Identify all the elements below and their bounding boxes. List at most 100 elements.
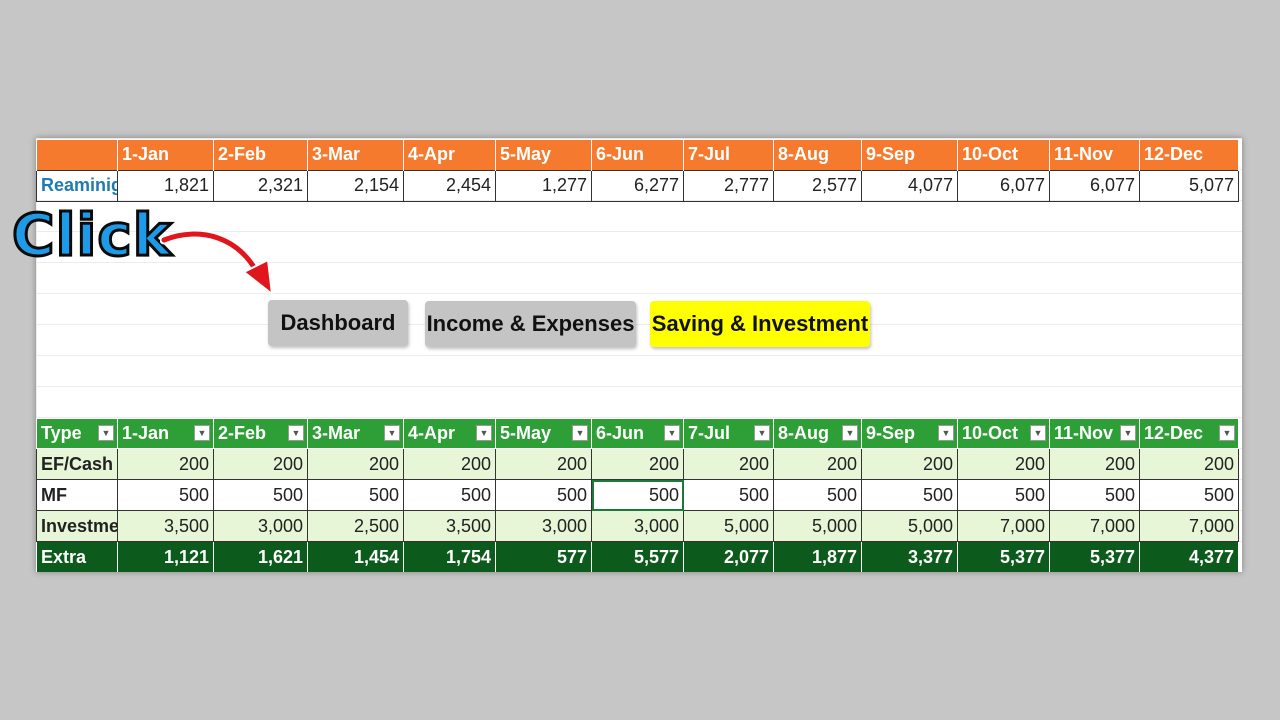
table-cell[interactable]: 500 xyxy=(495,479,592,511)
month-header[interactable]: 6-Jun xyxy=(591,140,684,170)
table-cell[interactable]: 200 xyxy=(495,448,592,480)
table-cell[interactable]: 5,000 xyxy=(683,510,774,542)
row-label-extra[interactable]: Extra xyxy=(36,541,118,572)
table-cell[interactable]: 500 xyxy=(861,479,958,511)
month-header[interactable]: 2-Feb ▼ xyxy=(213,418,308,449)
remaining-cell[interactable]: 6,077 xyxy=(1049,169,1140,202)
dashboard-button[interactable]: Dashboard xyxy=(268,300,408,346)
table-cell[interactable]: 200 xyxy=(591,448,684,480)
month-header[interactable]: 4-Apr ▼ xyxy=(403,418,496,449)
selected-cell[interactable]: 500 xyxy=(591,479,684,511)
filter-dropdown-icon[interactable]: ▼ xyxy=(938,425,954,441)
total-cell[interactable]: 2,077 xyxy=(683,541,774,572)
remaining-cell[interactable]: 2,321 xyxy=(213,169,308,202)
filter-dropdown-icon[interactable]: ▼ xyxy=(1030,425,1046,441)
table-cell[interactable]: 200 xyxy=(861,448,958,480)
table-cell[interactable]: 200 xyxy=(957,448,1050,480)
remaining-label[interactable]: Reaminig xyxy=(36,169,118,202)
month-header[interactable]: 12-Dec ▼ xyxy=(1139,418,1239,449)
remaining-cell[interactable]: 6,277 xyxy=(591,169,684,202)
table-cell[interactable]: 500 xyxy=(213,479,308,511)
table-cell[interactable]: 3,000 xyxy=(213,510,308,542)
remaining-cell[interactable]: 5,077 xyxy=(1139,169,1239,202)
total-cell[interactable]: 1,121 xyxy=(117,541,214,572)
filter-dropdown-icon[interactable]: ▼ xyxy=(754,425,770,441)
month-header[interactable]: 1-Jan xyxy=(117,140,214,170)
filter-dropdown-icon[interactable]: ▼ xyxy=(572,425,588,441)
remaining-cell[interactable]: 2,777 xyxy=(683,169,774,202)
month-header[interactable]: 3-Mar ▼ xyxy=(307,418,404,449)
remaining-cell[interactable]: 2,154 xyxy=(307,169,404,202)
table-cell[interactable]: 500 xyxy=(307,479,404,511)
total-cell[interactable]: 5,377 xyxy=(1049,541,1140,572)
month-header[interactable]: 11-Nov ▼ xyxy=(1049,418,1140,449)
total-cell[interactable]: 4,377 xyxy=(1139,541,1239,572)
filter-dropdown-icon[interactable]: ▼ xyxy=(1219,425,1235,441)
total-cell[interactable]: 577 xyxy=(495,541,592,572)
table-cell[interactable]: 500 xyxy=(773,479,862,511)
remaining-cell[interactable]: 4,077 xyxy=(861,169,958,202)
filter-dropdown-icon[interactable]: ▼ xyxy=(384,425,400,441)
total-cell[interactable]: 1,621 xyxy=(213,541,308,572)
table-cell[interactable]: 5,000 xyxy=(773,510,862,542)
table-cell[interactable]: 3,500 xyxy=(403,510,496,542)
month-header[interactable]: 10-Oct xyxy=(957,140,1050,170)
filter-dropdown-icon[interactable]: ▼ xyxy=(476,425,492,441)
remaining-cell[interactable]: 6,077 xyxy=(957,169,1050,202)
table-cell[interactable]: 200 xyxy=(683,448,774,480)
month-header[interactable]: 4-Apr xyxy=(403,140,496,170)
filter-dropdown-icon[interactable]: ▼ xyxy=(664,425,680,441)
table-cell[interactable]: 3,000 xyxy=(591,510,684,542)
table-cell[interactable]: 500 xyxy=(1049,479,1140,511)
table-cell[interactable]: 500 xyxy=(403,479,496,511)
month-header[interactable]: 8-Aug xyxy=(773,140,862,170)
row-label-ef-cash[interactable]: EF/Cash xyxy=(36,448,118,480)
month-header[interactable]: 11-Nov xyxy=(1049,140,1140,170)
month-header[interactable]: 6-Jun ▼ xyxy=(591,418,684,449)
table-cell[interactable]: 200 xyxy=(1139,448,1239,480)
table-cell[interactable]: 200 xyxy=(773,448,862,480)
filter-dropdown-icon[interactable]: ▼ xyxy=(98,425,114,441)
remaining-cell[interactable]: 2,577 xyxy=(773,169,862,202)
saving-investment-button[interactable]: Saving & Investment xyxy=(650,301,870,347)
filter-dropdown-icon[interactable]: ▼ xyxy=(194,425,210,441)
remaining-cell[interactable]: 1,277 xyxy=(495,169,592,202)
row-label-investment[interactable]: Investment xyxy=(36,510,118,542)
month-header[interactable]: 5-May ▼ xyxy=(495,418,592,449)
table-cell[interactable]: 3,500 xyxy=(117,510,214,542)
filter-dropdown-icon[interactable]: ▼ xyxy=(288,425,304,441)
table-cell[interactable]: 500 xyxy=(117,479,214,511)
total-cell[interactable]: 1,754 xyxy=(403,541,496,572)
table-cell[interactable]: 200 xyxy=(213,448,308,480)
table-cell[interactable]: 200 xyxy=(1049,448,1140,480)
table-cell[interactable]: 2,500 xyxy=(307,510,404,542)
month-header[interactable]: 8-Aug ▼ xyxy=(773,418,862,449)
table-cell[interactable]: 200 xyxy=(117,448,214,480)
total-cell[interactable]: 5,577 xyxy=(591,541,684,572)
table-cell[interactable]: 7,000 xyxy=(957,510,1050,542)
month-header[interactable]: 1-Jan ▼ xyxy=(117,418,214,449)
month-header[interactable]: 9-Sep xyxy=(861,140,958,170)
row-label-mf[interactable]: MF xyxy=(36,479,118,511)
table-cell[interactable]: 200 xyxy=(307,448,404,480)
table-cell[interactable]: 5,000 xyxy=(861,510,958,542)
filter-dropdown-icon[interactable]: ▼ xyxy=(842,425,858,441)
table-cell[interactable]: 500 xyxy=(957,479,1050,511)
header-blank-cell[interactable] xyxy=(36,140,118,170)
month-header[interactable]: 2-Feb xyxy=(213,140,308,170)
total-cell[interactable]: 3,377 xyxy=(861,541,958,572)
table-cell[interactable]: 200 xyxy=(403,448,496,480)
income-expenses-button[interactable]: Income & Expenses xyxy=(425,301,636,347)
month-header[interactable]: 9-Sep ▼ xyxy=(861,418,958,449)
total-cell[interactable]: 1,877 xyxy=(773,541,862,572)
month-header[interactable]: 7-Jul xyxy=(683,140,774,170)
table-cell[interactable]: 500 xyxy=(683,479,774,511)
table-cell[interactable]: 7,000 xyxy=(1139,510,1239,542)
remaining-cell[interactable]: 1,821 xyxy=(117,169,214,202)
remaining-cell[interactable]: 2,454 xyxy=(403,169,496,202)
month-header[interactable]: 5-May xyxy=(495,140,592,170)
type-header[interactable]: Type ▼ xyxy=(36,418,118,449)
table-cell[interactable]: 7,000 xyxy=(1049,510,1140,542)
month-header[interactable]: 10-Oct ▼ xyxy=(957,418,1050,449)
total-cell[interactable]: 1,454 xyxy=(307,541,404,572)
